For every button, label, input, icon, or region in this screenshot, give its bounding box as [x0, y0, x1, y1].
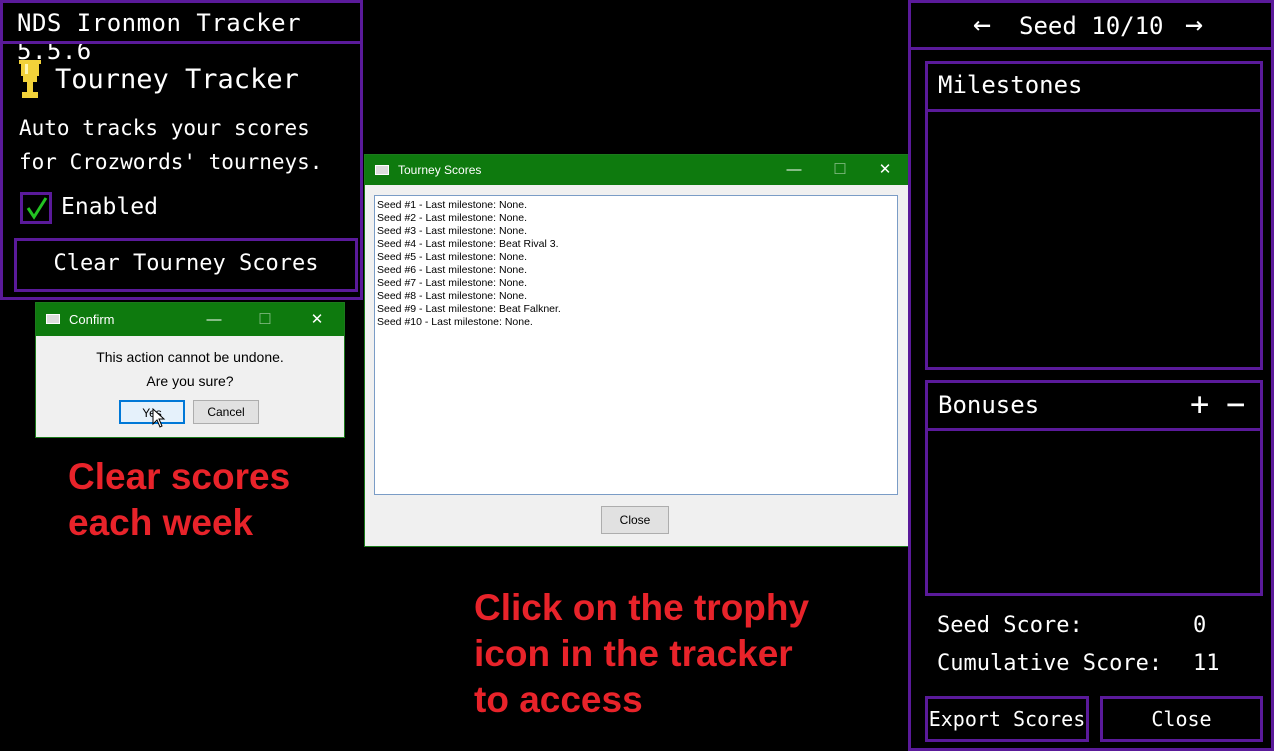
- seed-label: Seed 10/10: [1019, 12, 1164, 40]
- score-entry: Seed #2 - Last milestone: None.: [377, 212, 528, 224]
- close-window-button[interactable]: ✕: [862, 155, 908, 185]
- description-line-2: for Crozwords' tourneys.: [19, 150, 323, 174]
- maximize-button: ☐: [833, 161, 847, 178]
- maximize-button: ☐: [258, 311, 272, 328]
- panel-title: Tourney Tracker: [55, 64, 299, 95]
- score-entry: Seed #3 - Last milestone: None.: [377, 225, 528, 237]
- mouse-cursor-icon: [152, 408, 166, 428]
- checkmark-icon: [26, 197, 48, 220]
- seed-score-label: Seed Score:: [937, 613, 1083, 638]
- cumulative-score-label: Cumulative Score:: [937, 651, 1163, 676]
- close-window-button[interactable]: ✕: [294, 303, 340, 336]
- annotation-line: Clear scores: [68, 456, 291, 497]
- window-icon: [375, 165, 389, 175]
- scores-text-area[interactable]: Seed #1 - Last milestone: None. Seed #2 …: [374, 195, 898, 495]
- annotation-clear-scores: Clear scores each week: [68, 454, 290, 546]
- tourney-tracker-panel: Tourney Tracker Auto tracks your scores …: [0, 41, 363, 300]
- score-entry: Seed #1 - Last milestone: None.: [377, 199, 528, 211]
- enabled-checkbox[interactable]: [20, 192, 52, 224]
- score-entry: Seed #5 - Last milestone: None.: [377, 251, 528, 263]
- divider: [928, 428, 1260, 431]
- scores-title-bar: Tourney Scores — ☐ ✕: [365, 155, 908, 185]
- tourney-scores-dialog: Tourney Scores — ☐ ✕ Seed #1 - Last mile…: [364, 154, 909, 547]
- confirm-title: Confirm: [69, 312, 115, 327]
- remove-bonus-minus-icon[interactable]: −: [1226, 385, 1245, 423]
- divider: [911, 47, 1271, 50]
- tourney-scores-panel: ← Seed 10/10 → Milestones Bonuses + − Se…: [908, 0, 1274, 751]
- enabled-label: Enabled: [61, 194, 158, 220]
- window-icon: [46, 314, 60, 324]
- close-button[interactable]: Close: [1100, 696, 1263, 742]
- tracker-title-bar: NDS Ironmon Tracker 5.5.6: [0, 0, 363, 65]
- description-line-1: Auto tracks your scores: [19, 116, 310, 140]
- divider: [928, 109, 1260, 112]
- bonuses-title: Bonuses: [938, 391, 1040, 419]
- milestones-section: Milestones: [925, 61, 1263, 370]
- previous-seed-arrow-icon[interactable]: ←: [973, 7, 991, 42]
- seed-score-value: 0: [1193, 613, 1207, 638]
- cancel-button[interactable]: Cancel: [193, 400, 259, 424]
- trophy-icon[interactable]: [19, 60, 41, 100]
- annotation-line: icon in the tracker: [474, 633, 793, 674]
- next-seed-arrow-icon[interactable]: →: [1185, 7, 1203, 42]
- score-entry: Seed #9 - Last milestone: Beat Falkner.: [377, 303, 561, 315]
- export-scores-button[interactable]: Export Scores: [925, 696, 1089, 742]
- add-bonus-plus-icon[interactable]: +: [1190, 385, 1209, 423]
- annotation-trophy-access: Click on the trophy icon in the tracker …: [474, 585, 809, 723]
- score-entry: Seed #6 - Last milestone: None.: [377, 264, 528, 276]
- confirm-title-bar: Confirm — ☐ ✕: [36, 303, 344, 336]
- milestones-title: Milestones: [938, 71, 1083, 99]
- score-entry: Seed #4 - Last milestone: Beat Rival 3.: [377, 238, 559, 250]
- minimize-button[interactable]: —: [191, 303, 237, 336]
- annotation-line: to access: [474, 679, 643, 720]
- scores-title: Tourney Scores: [398, 163, 482, 177]
- score-entry: Seed #8 - Last milestone: None.: [377, 290, 528, 302]
- confirm-message-line-2: Are you sure?: [146, 373, 234, 389]
- confirm-message-line-1: This action cannot be undone.: [96, 349, 284, 365]
- confirm-dialog: Confirm — ☐ ✕ This action cannot be undo…: [35, 302, 345, 438]
- score-entry: Seed #7 - Last milestone: None.: [377, 277, 528, 289]
- score-entry: Seed #10 - Last milestone: None.: [377, 316, 533, 328]
- clear-tourney-scores-button[interactable]: Clear Tourney Scores: [14, 238, 358, 292]
- annotation-line: each week: [68, 502, 254, 543]
- minimize-button[interactable]: —: [771, 155, 817, 185]
- scores-close-button[interactable]: Close: [601, 506, 669, 534]
- annotation-line: Click on the trophy: [474, 587, 810, 628]
- cumulative-score-value: 11: [1193, 651, 1220, 676]
- bonuses-section: Bonuses + −: [925, 380, 1263, 596]
